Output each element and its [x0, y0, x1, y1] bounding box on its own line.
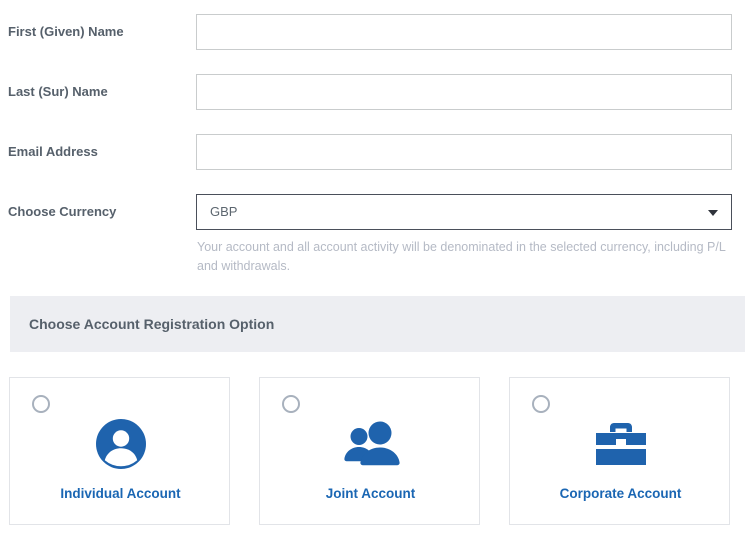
last-name-label: Last (Sur) Name: [8, 74, 108, 110]
option-card-joint[interactable]: Joint Account: [259, 377, 480, 525]
registration-section-header: Choose Account Registration Option: [10, 296, 745, 352]
currency-help-text: Your account and all account activity wi…: [197, 238, 735, 276]
field-row-email: Email Address: [0, 134, 755, 170]
chevron-down-icon: [708, 210, 718, 216]
field-row-first-name: First (Given) Name: [0, 14, 755, 50]
registration-section-title: Choose Account Registration Option: [29, 296, 274, 352]
first-name-input[interactable]: [196, 14, 732, 50]
option-card-corporate[interactable]: Corporate Account: [509, 377, 730, 525]
currency-select-value: GBP: [210, 195, 237, 229]
two-people-icon: [260, 416, 481, 472]
option-card-individual[interactable]: Individual Account: [9, 377, 230, 525]
field-row-last-name: Last (Sur) Name: [0, 74, 755, 110]
radio-corporate[interactable]: [532, 395, 550, 413]
account-registration-form: First (Given) Name Last (Sur) Name Email…: [0, 0, 755, 535]
first-name-label: First (Given) Name: [8, 14, 124, 50]
radio-joint[interactable]: [282, 395, 300, 413]
single-person-circle-icon: [10, 416, 231, 472]
option-label-corporate: Corporate Account: [510, 486, 731, 501]
currency-label: Choose Currency: [8, 194, 116, 230]
last-name-input[interactable]: [196, 74, 732, 110]
radio-individual[interactable]: [32, 395, 50, 413]
currency-select[interactable]: GBP: [196, 194, 732, 230]
field-row-currency: Choose Currency GBP: [0, 194, 755, 230]
option-label-individual: Individual Account: [10, 486, 231, 501]
email-label: Email Address: [8, 134, 98, 170]
option-label-joint: Joint Account: [260, 486, 481, 501]
email-input[interactable]: [196, 134, 732, 170]
briefcase-icon: [510, 416, 731, 472]
